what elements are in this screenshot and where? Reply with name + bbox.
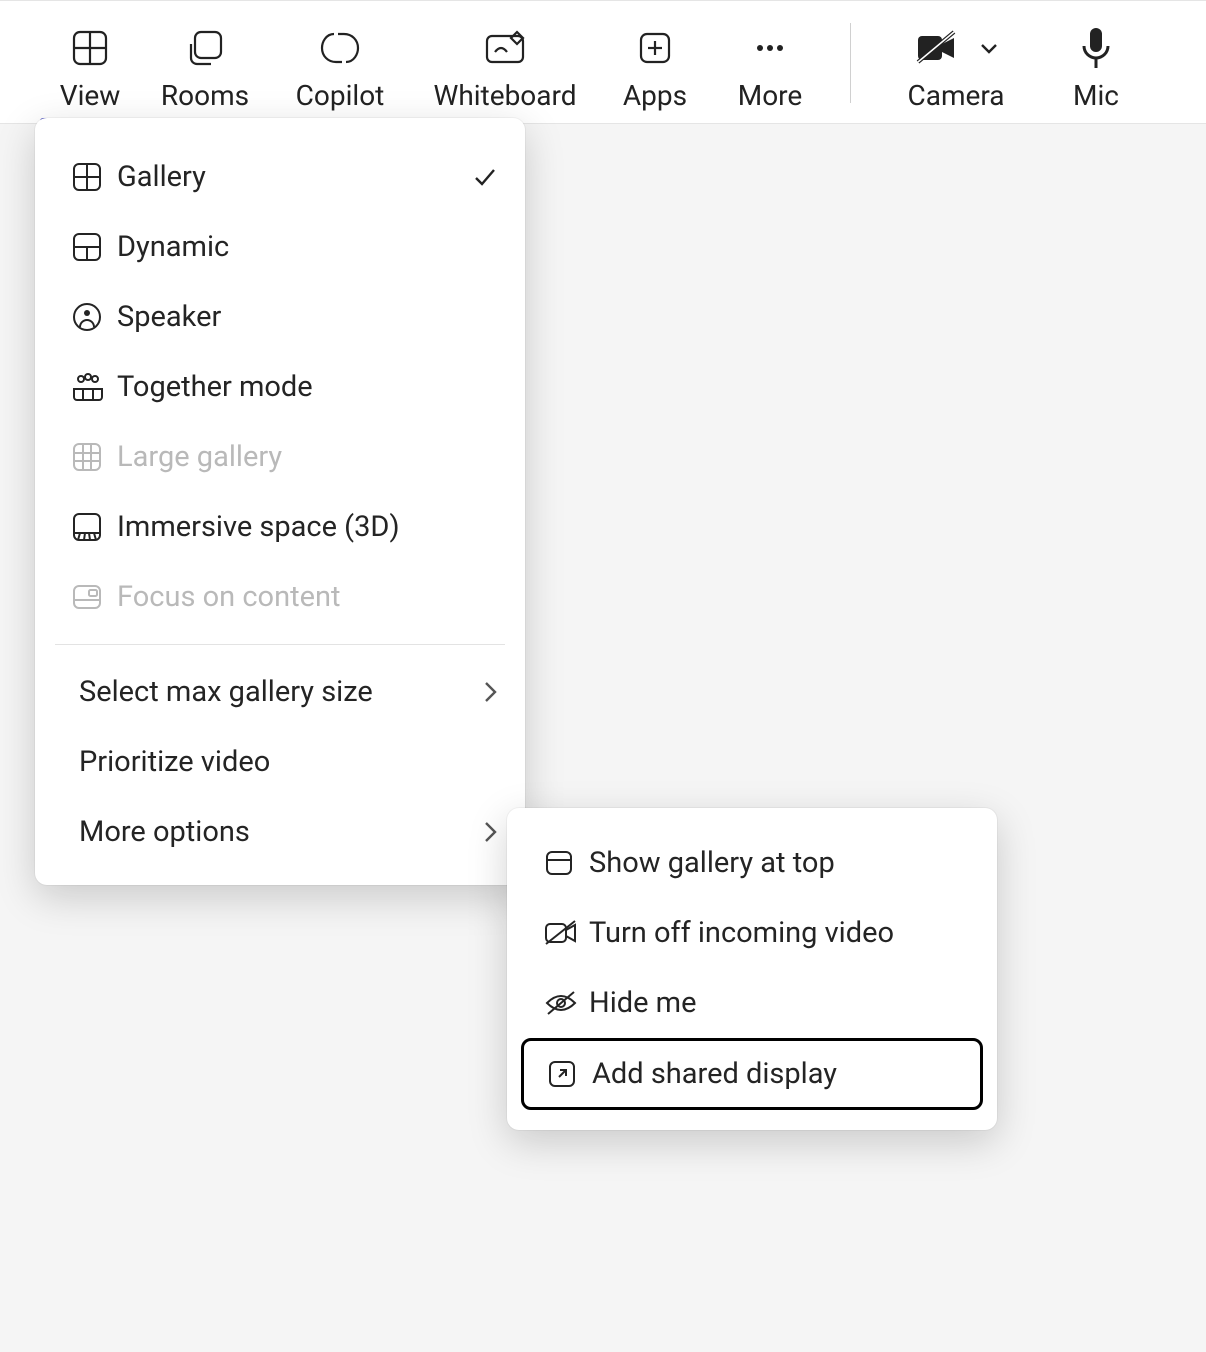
menu-item-large-gallery: Large gallery	[35, 422, 525, 492]
mic-label: Mic	[1073, 79, 1119, 112]
copilot-tab[interactable]: Copilot	[270, 1, 410, 123]
more-label: More	[738, 79, 803, 112]
immersive-icon	[71, 511, 117, 543]
chevron-right-icon	[481, 819, 499, 845]
submenu-item-add-shared-display[interactable]: Add shared display	[521, 1038, 983, 1110]
turn-off-label: Turn off incoming video	[589, 916, 971, 950]
mic-button[interactable]: Mic	[1041, 1, 1151, 123]
menu-item-prioritize[interactable]: Prioritize video	[35, 727, 525, 797]
submenu-item-show-top[interactable]: Show gallery at top	[507, 828, 997, 898]
immersive-label: Immersive space (3D)	[117, 510, 499, 544]
grid-icon	[70, 21, 110, 75]
menu-item-select-max[interactable]: Select max gallery size	[35, 657, 525, 727]
view-tab[interactable]: View	[40, 1, 140, 123]
copilot-icon	[316, 21, 364, 75]
menu-item-dynamic[interactable]: Dynamic	[35, 212, 525, 282]
add-display-icon	[546, 1058, 592, 1090]
whiteboard-label: Whiteboard	[433, 79, 576, 112]
gallery-icon	[71, 161, 117, 193]
together-label: Together mode	[117, 370, 499, 404]
speaker-label: Speaker	[117, 300, 499, 334]
camera-off-icon	[912, 28, 960, 68]
focus-icon	[71, 581, 117, 613]
meeting-toolbar: View Rooms Copilot Whiteboard	[0, 0, 1206, 124]
whiteboard-icon	[483, 21, 527, 75]
check-icon	[471, 163, 499, 191]
prioritize-label: Prioritize video	[79, 745, 499, 779]
menu-separator	[55, 644, 505, 645]
submenu-item-turn-off-video[interactable]: Turn off incoming video	[507, 898, 997, 968]
large-gallery-label: Large gallery	[117, 440, 499, 474]
apps-label: Apps	[623, 79, 687, 112]
submenu-item-hide-me[interactable]: Hide me	[507, 968, 997, 1038]
large-gallery-icon	[71, 441, 117, 473]
apps-tab[interactable]: Apps	[600, 1, 710, 123]
camera-button[interactable]: Camera	[871, 1, 1041, 123]
toolbar-divider	[850, 23, 851, 103]
menu-item-more-options[interactable]: More options	[35, 797, 525, 867]
view-menu: Gallery Dynamic Speaker Together mode	[35, 118, 525, 885]
hide-me-icon	[543, 987, 589, 1019]
rooms-tab[interactable]: Rooms	[140, 1, 270, 123]
copilot-label: Copilot	[296, 79, 385, 112]
gallery-label: Gallery	[117, 160, 471, 194]
rooms-label: Rooms	[161, 79, 249, 112]
speaker-icon	[71, 301, 117, 333]
rooms-icon	[185, 21, 225, 75]
whiteboard-tab[interactable]: Whiteboard	[410, 1, 600, 123]
apps-icon	[637, 21, 673, 75]
select-max-label: Select max gallery size	[79, 675, 481, 709]
more-options-label: More options	[79, 815, 481, 849]
together-icon	[71, 371, 117, 403]
menu-item-speaker[interactable]: Speaker	[35, 282, 525, 352]
camera-label: Camera	[907, 79, 1004, 112]
more-options-submenu: Show gallery at top Turn off incoming vi…	[507, 808, 997, 1130]
hide-me-label: Hide me	[589, 986, 971, 1020]
view-label: View	[60, 79, 121, 112]
add-shared-label: Add shared display	[592, 1057, 968, 1091]
dynamic-label: Dynamic	[117, 230, 499, 264]
dynamic-icon	[71, 231, 117, 263]
chevron-right-icon	[481, 679, 499, 705]
menu-item-gallery[interactable]: Gallery	[35, 142, 525, 212]
more-tab[interactable]: More	[710, 1, 830, 123]
menu-item-focus: Focus on content	[35, 562, 525, 632]
video-off-icon	[543, 917, 589, 949]
mic-icon	[1080, 21, 1112, 75]
more-icon	[750, 21, 790, 75]
menu-item-immersive[interactable]: Immersive space (3D)	[35, 492, 525, 562]
chevron-down-icon[interactable]	[978, 37, 1000, 59]
focus-label: Focus on content	[117, 580, 499, 614]
show-top-icon	[543, 847, 589, 879]
show-top-label: Show gallery at top	[589, 846, 971, 880]
menu-item-together[interactable]: Together mode	[35, 352, 525, 422]
